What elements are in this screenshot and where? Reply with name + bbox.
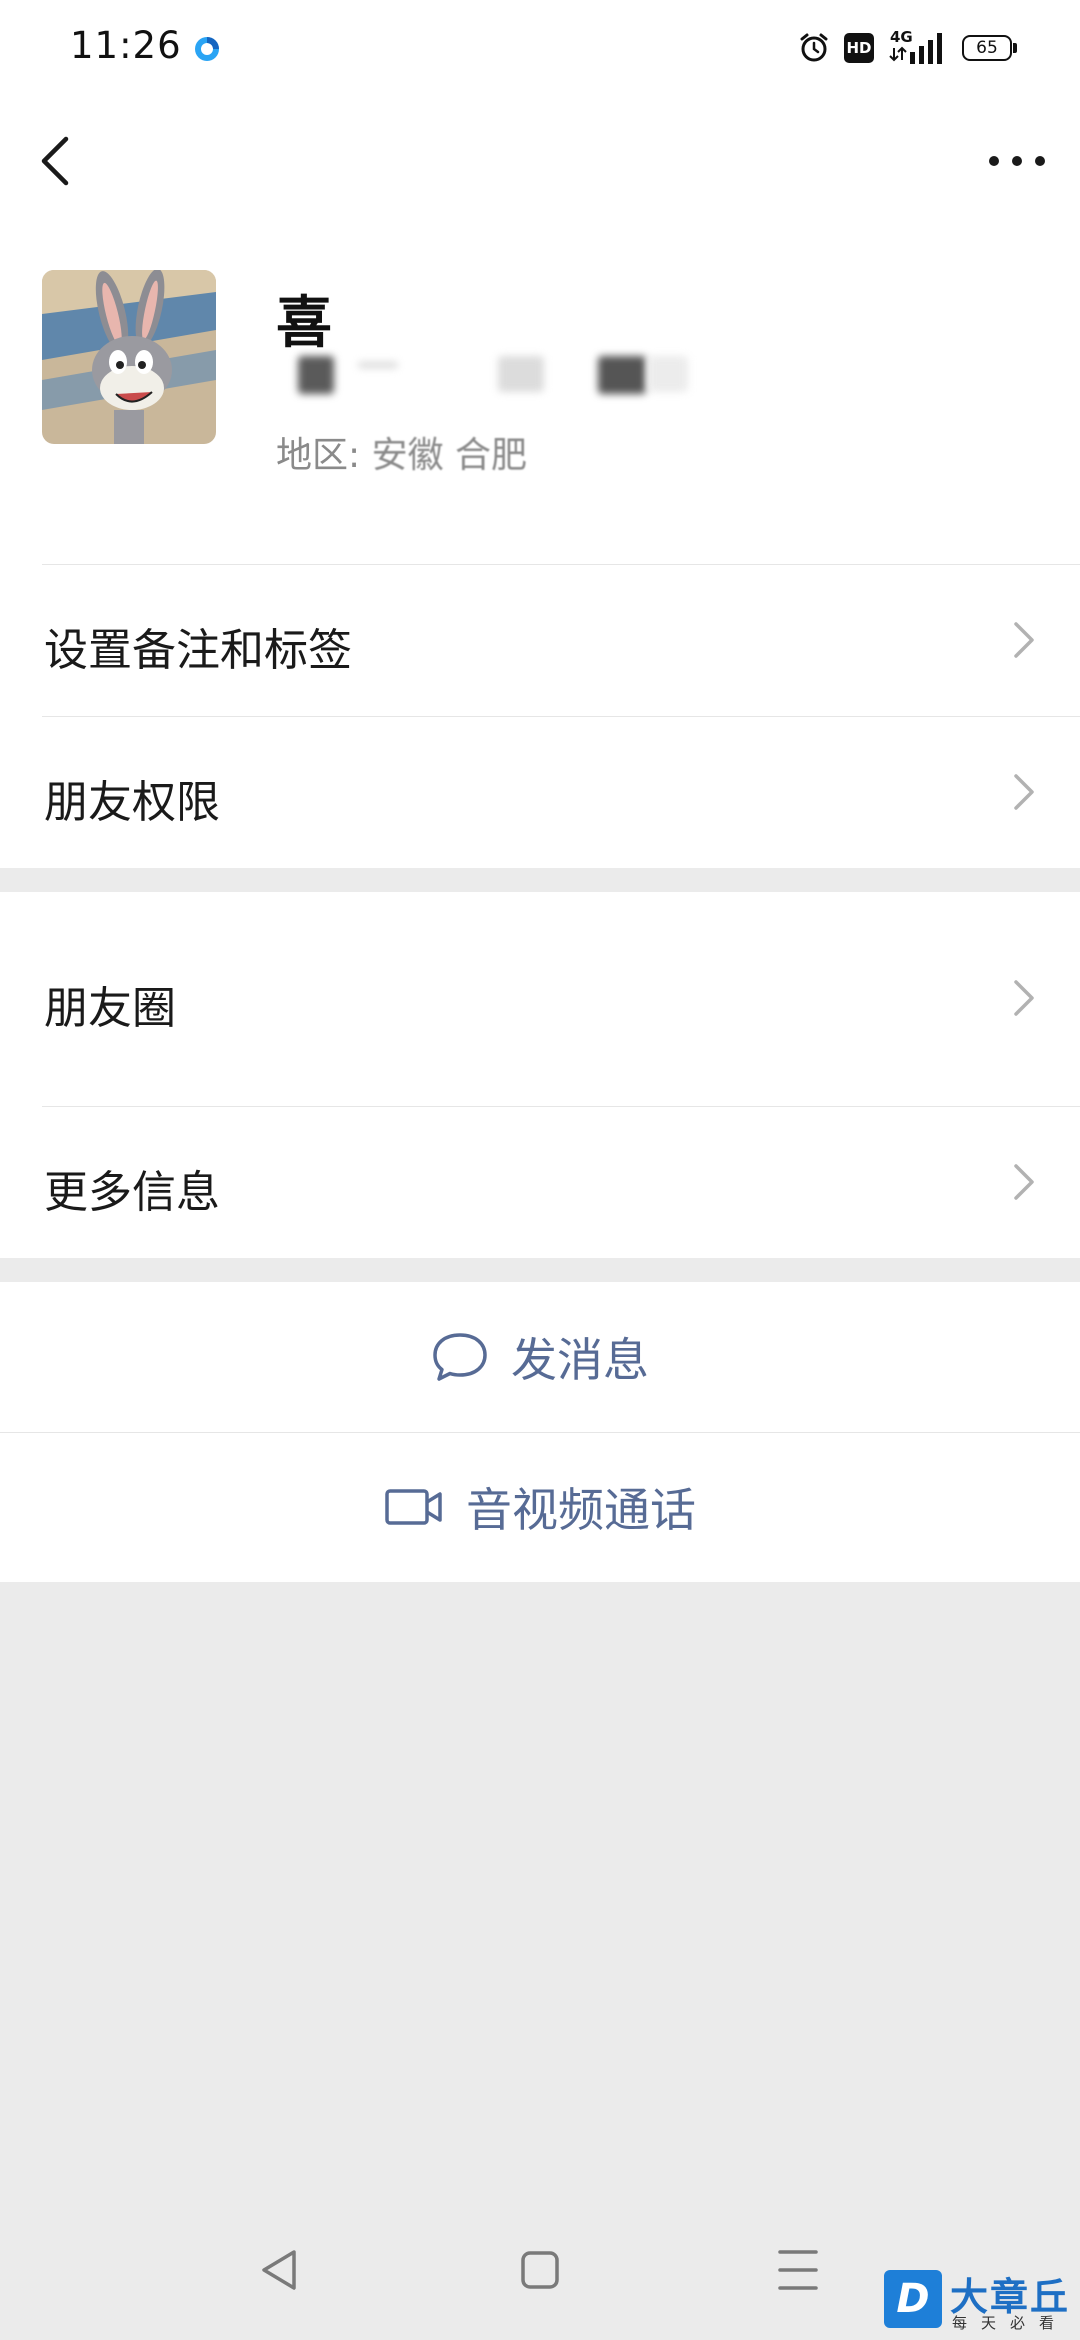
menu-item-more-info[interactable]: 更多信息 <box>0 1106 1080 1258</box>
divider <box>42 564 1080 565</box>
more-dots-icon[interactable] <box>982 136 1052 186</box>
divider <box>42 1106 1080 1107</box>
menu-label: 朋友权限 <box>44 777 220 828</box>
send-message-button[interactable]: 发消息 <box>0 1282 1080 1432</box>
menu-label: 更多信息 <box>44 1167 220 1218</box>
top-nav <box>0 96 1080 226</box>
status-bar: 11:26 HD 4G 65 <box>0 0 1080 96</box>
battery-level: 65 <box>976 38 998 58</box>
watermark: D 大章丘 每天必看 <box>880 2268 1080 2340</box>
menu-item-moments[interactable]: 朋友圈 <box>0 892 1080 1106</box>
nav-back-icon[interactable] <box>252 2240 312 2300</box>
avatar[interactable] <box>42 270 216 444</box>
divider <box>0 1432 1080 1433</box>
menu-item-friend-permissions[interactable]: 朋友权限 <box>0 716 1080 868</box>
hd-icon: HD <box>844 33 874 63</box>
profile-region: 地区: 安徽 合肥 <box>276 426 527 478</box>
menu-label: 朋友圈 <box>44 983 176 1034</box>
watermark-logo: D <box>884 2270 942 2328</box>
region-label: 地区: <box>276 435 361 476</box>
nav-home-icon[interactable] <box>510 2240 570 2300</box>
menu-label: 设置备注和标签 <box>44 625 352 676</box>
nav-menu-icon[interactable] <box>768 2240 828 2300</box>
video-camera-icon <box>385 1489 442 1525</box>
menu-item-remark-tags[interactable]: 设置备注和标签 <box>0 564 1080 716</box>
app-notification-icon <box>195 37 219 61</box>
send-message-label: 发消息 <box>511 1333 649 1387</box>
status-icons: HD 4G 65 <box>798 28 1017 68</box>
watermark-subtitle: 每天必看 <box>952 2314 1069 2332</box>
chevron-left-icon[interactable] <box>30 131 86 191</box>
profile-card: 喜 地区: 安徽 合肥 <box>0 226 1080 564</box>
redacted-id <box>268 346 708 428</box>
chevron-right-icon <box>1014 774 1034 810</box>
video-call-label: 音视频通话 <box>466 1483 696 1537</box>
battery-icon: 65 <box>962 35 1017 61</box>
chevron-right-icon <box>1014 980 1034 1016</box>
signal-icon: 4G <box>888 28 942 66</box>
divider <box>42 716 1080 717</box>
chevron-right-icon <box>1014 622 1034 658</box>
video-call-button[interactable]: 音视频通话 <box>0 1432 1080 1582</box>
status-time: 11:26 <box>70 24 182 67</box>
chevron-right-icon <box>1014 1164 1034 1200</box>
alarm-icon <box>800 33 828 62</box>
chat-bubble-icon <box>433 1333 487 1381</box>
region-value: 安徽 合肥 <box>371 435 528 476</box>
